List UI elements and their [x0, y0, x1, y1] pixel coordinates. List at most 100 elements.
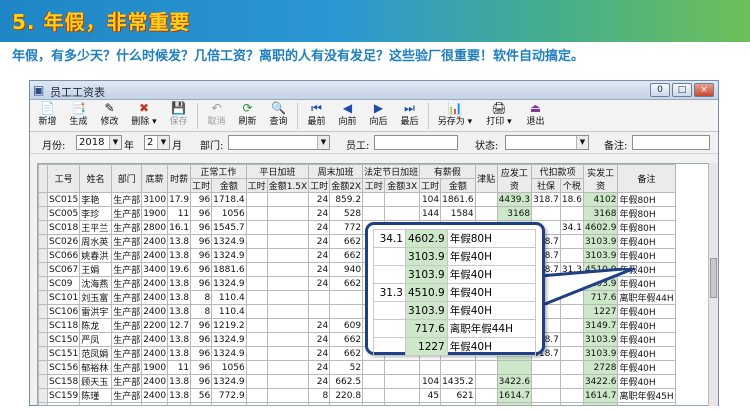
table-cell[interactable]: 生产部 — [111, 360, 143, 375]
table-row[interactable]: SC118 陈龙 生产部 2200 12.7 96 1219.2 24 609 3149.7 年假4… — [38, 318, 676, 333]
table-cell[interactable]: 24 — [308, 234, 331, 249]
table-cell[interactable]: 3103.9 — [582, 346, 619, 361]
row-indicator[interactable] — [38, 318, 48, 333]
table-cell[interactable] — [266, 388, 310, 403]
col-header-hours[interactable]: 工时 — [419, 178, 442, 193]
table-cell[interactable] — [266, 360, 310, 375]
table-cell[interactable]: 2400 — [141, 346, 169, 361]
table-cell[interactable] — [362, 192, 386, 207]
table-cell[interactable]: SC156 — [46, 360, 81, 375]
table-cell[interactable]: 1056 — [211, 360, 247, 375]
table-cell[interactable]: 24 — [308, 206, 331, 221]
table-cell[interactable]: 110.4 — [211, 290, 247, 305]
delete-button[interactable]: ✖ 删除 ▾ — [125, 100, 163, 132]
table-cell[interactable] — [266, 220, 310, 235]
table-cell[interactable]: SC118 — [46, 318, 81, 333]
table-row[interactable]: SC159 陈瑾 生产部 2400 13.8 56 772.9 8 220.8 45 621 1614… — [38, 388, 676, 403]
row-indicator[interactable] — [38, 290, 48, 305]
table-cell[interactable]: 2400 — [141, 332, 169, 347]
month-select[interactable]: 2 ▼ — [144, 135, 170, 150]
table-cell[interactable]: 3149.7 — [582, 318, 619, 333]
table-cell[interactable]: 王平兰 — [79, 220, 113, 235]
table-cell[interactable]: 609 — [329, 318, 364, 333]
table-cell[interactable]: 24 — [308, 220, 331, 235]
table-cell[interactable]: 年假80H — [617, 220, 676, 235]
table-cell[interactable]: 13.8 — [167, 248, 192, 263]
table-cell[interactable]: 318.7 — [531, 192, 561, 207]
table-cell[interactable]: 2400 — [141, 304, 169, 319]
table-cell[interactable]: 13.8 — [167, 332, 192, 347]
table-cell[interactable]: 生产部 — [111, 262, 143, 277]
chevron-down-icon[interactable]: ▼ — [109, 136, 121, 149]
cancel-button[interactable]: ↶ 取消 — [201, 100, 232, 132]
table-cell[interactable] — [266, 304, 310, 319]
table-cell[interactable] — [266, 290, 310, 305]
table-cell[interactable]: 52 — [329, 360, 364, 375]
table-cell[interactable]: 年假40H — [617, 332, 676, 347]
table-cell[interactable]: 生产部 — [111, 290, 143, 305]
table-cell[interactable]: 3400 — [141, 262, 169, 277]
table-cell[interactable] — [559, 332, 584, 347]
table-cell[interactable]: 2400 — [141, 290, 169, 305]
employee-input[interactable] — [374, 135, 458, 150]
table-cell[interactable]: 年假40H — [617, 360, 676, 375]
table-cell[interactable]: 96 — [190, 262, 213, 277]
table-cell[interactable]: 24 — [308, 276, 331, 291]
table-cell[interactable]: 104 — [419, 402, 442, 405]
col-header-name[interactable]: 姓名 — [79, 164, 113, 193]
minimize-button[interactable]: 0 — [650, 83, 670, 97]
refresh-button[interactable]: ⟳ 刷新 — [232, 100, 263, 132]
table-cell[interactable]: 周水英 — [79, 234, 113, 249]
table-cell[interactable] — [245, 332, 268, 347]
table-cell[interactable] — [245, 234, 268, 249]
col-header-amount[interactable]: 金额 — [440, 178, 476, 193]
chevron-down-icon[interactable]: ▼ — [157, 136, 169, 149]
row-indicator[interactable] — [38, 276, 48, 291]
table-cell[interactable]: 56 — [190, 388, 213, 403]
row-indicator[interactable] — [38, 374, 48, 389]
row-indicator[interactable] — [38, 220, 48, 235]
row-indicator[interactable] — [38, 346, 48, 361]
col-header-social[interactable]: 社保 — [531, 178, 561, 193]
table-row[interactable]: SC150 严凤 生产部 2400 13.8 96 1324.9 24 662 318.7 3103… — [38, 332, 676, 347]
table-cell[interactable]: 24 — [308, 402, 331, 405]
table-cell[interactable]: 96 — [190, 220, 213, 235]
table-row[interactable]: SC158 顾天玉 生产部 2400 13.8 96 1324.9 24 662.5 104 143… — [38, 374, 676, 389]
table-cell[interactable]: 662 — [329, 248, 364, 263]
table-cell[interactable] — [474, 360, 498, 375]
table-cell[interactable] — [559, 318, 584, 333]
table-cell[interactable] — [474, 192, 498, 207]
table-cell[interactable] — [245, 248, 268, 263]
table-cell[interactable]: 318.7 — [531, 402, 561, 405]
table-cell[interactable]: 16.1 — [167, 220, 192, 235]
table-cell[interactable]: 45 — [419, 388, 442, 403]
maximize-button[interactable]: □ — [672, 83, 692, 97]
table-row[interactable]: SC026 周水英 生产部 2400 13.8 96 1324.9 24 662 318.7 310… — [38, 234, 676, 249]
table-cell[interactable]: 662 — [329, 332, 364, 347]
chevron-down-icon[interactable]: ▼ — [576, 136, 588, 149]
table-cell[interactable] — [362, 374, 386, 389]
table-cell[interactable]: 3422.6 — [582, 374, 619, 389]
table-cell[interactable]: SC066 — [46, 248, 81, 263]
table-cell[interactable] — [308, 290, 331, 305]
row-indicator[interactable] — [38, 402, 48, 405]
table-cell[interactable]: 生产部 — [111, 374, 143, 389]
table-cell[interactable]: 1614.7 — [582, 388, 619, 403]
table-cell[interactable] — [559, 206, 584, 221]
table-cell[interactable]: 年假40H — [617, 248, 676, 263]
table-cell[interactable]: 2400 — [141, 276, 169, 291]
table-cell[interactable]: 110.4 — [211, 304, 247, 319]
table-cell[interactable]: 1219.2 — [211, 318, 247, 333]
table-cell[interactable]: 3103.9 — [582, 248, 619, 263]
table-cell[interactable] — [384, 192, 421, 207]
table-cell[interactable] — [266, 192, 310, 207]
table-cell[interactable]: 96 — [190, 276, 213, 291]
table-cell[interactable] — [384, 206, 421, 221]
table-cell[interactable] — [245, 290, 268, 305]
table-cell[interactable] — [559, 346, 584, 361]
table-cell[interactable] — [266, 318, 310, 333]
table-cell[interactable]: 3103.9 — [582, 402, 619, 405]
row-indicator[interactable] — [38, 206, 48, 221]
table-cell[interactable]: 1718.4 — [211, 192, 247, 207]
table-cell[interactable]: 严凤 — [79, 332, 113, 347]
